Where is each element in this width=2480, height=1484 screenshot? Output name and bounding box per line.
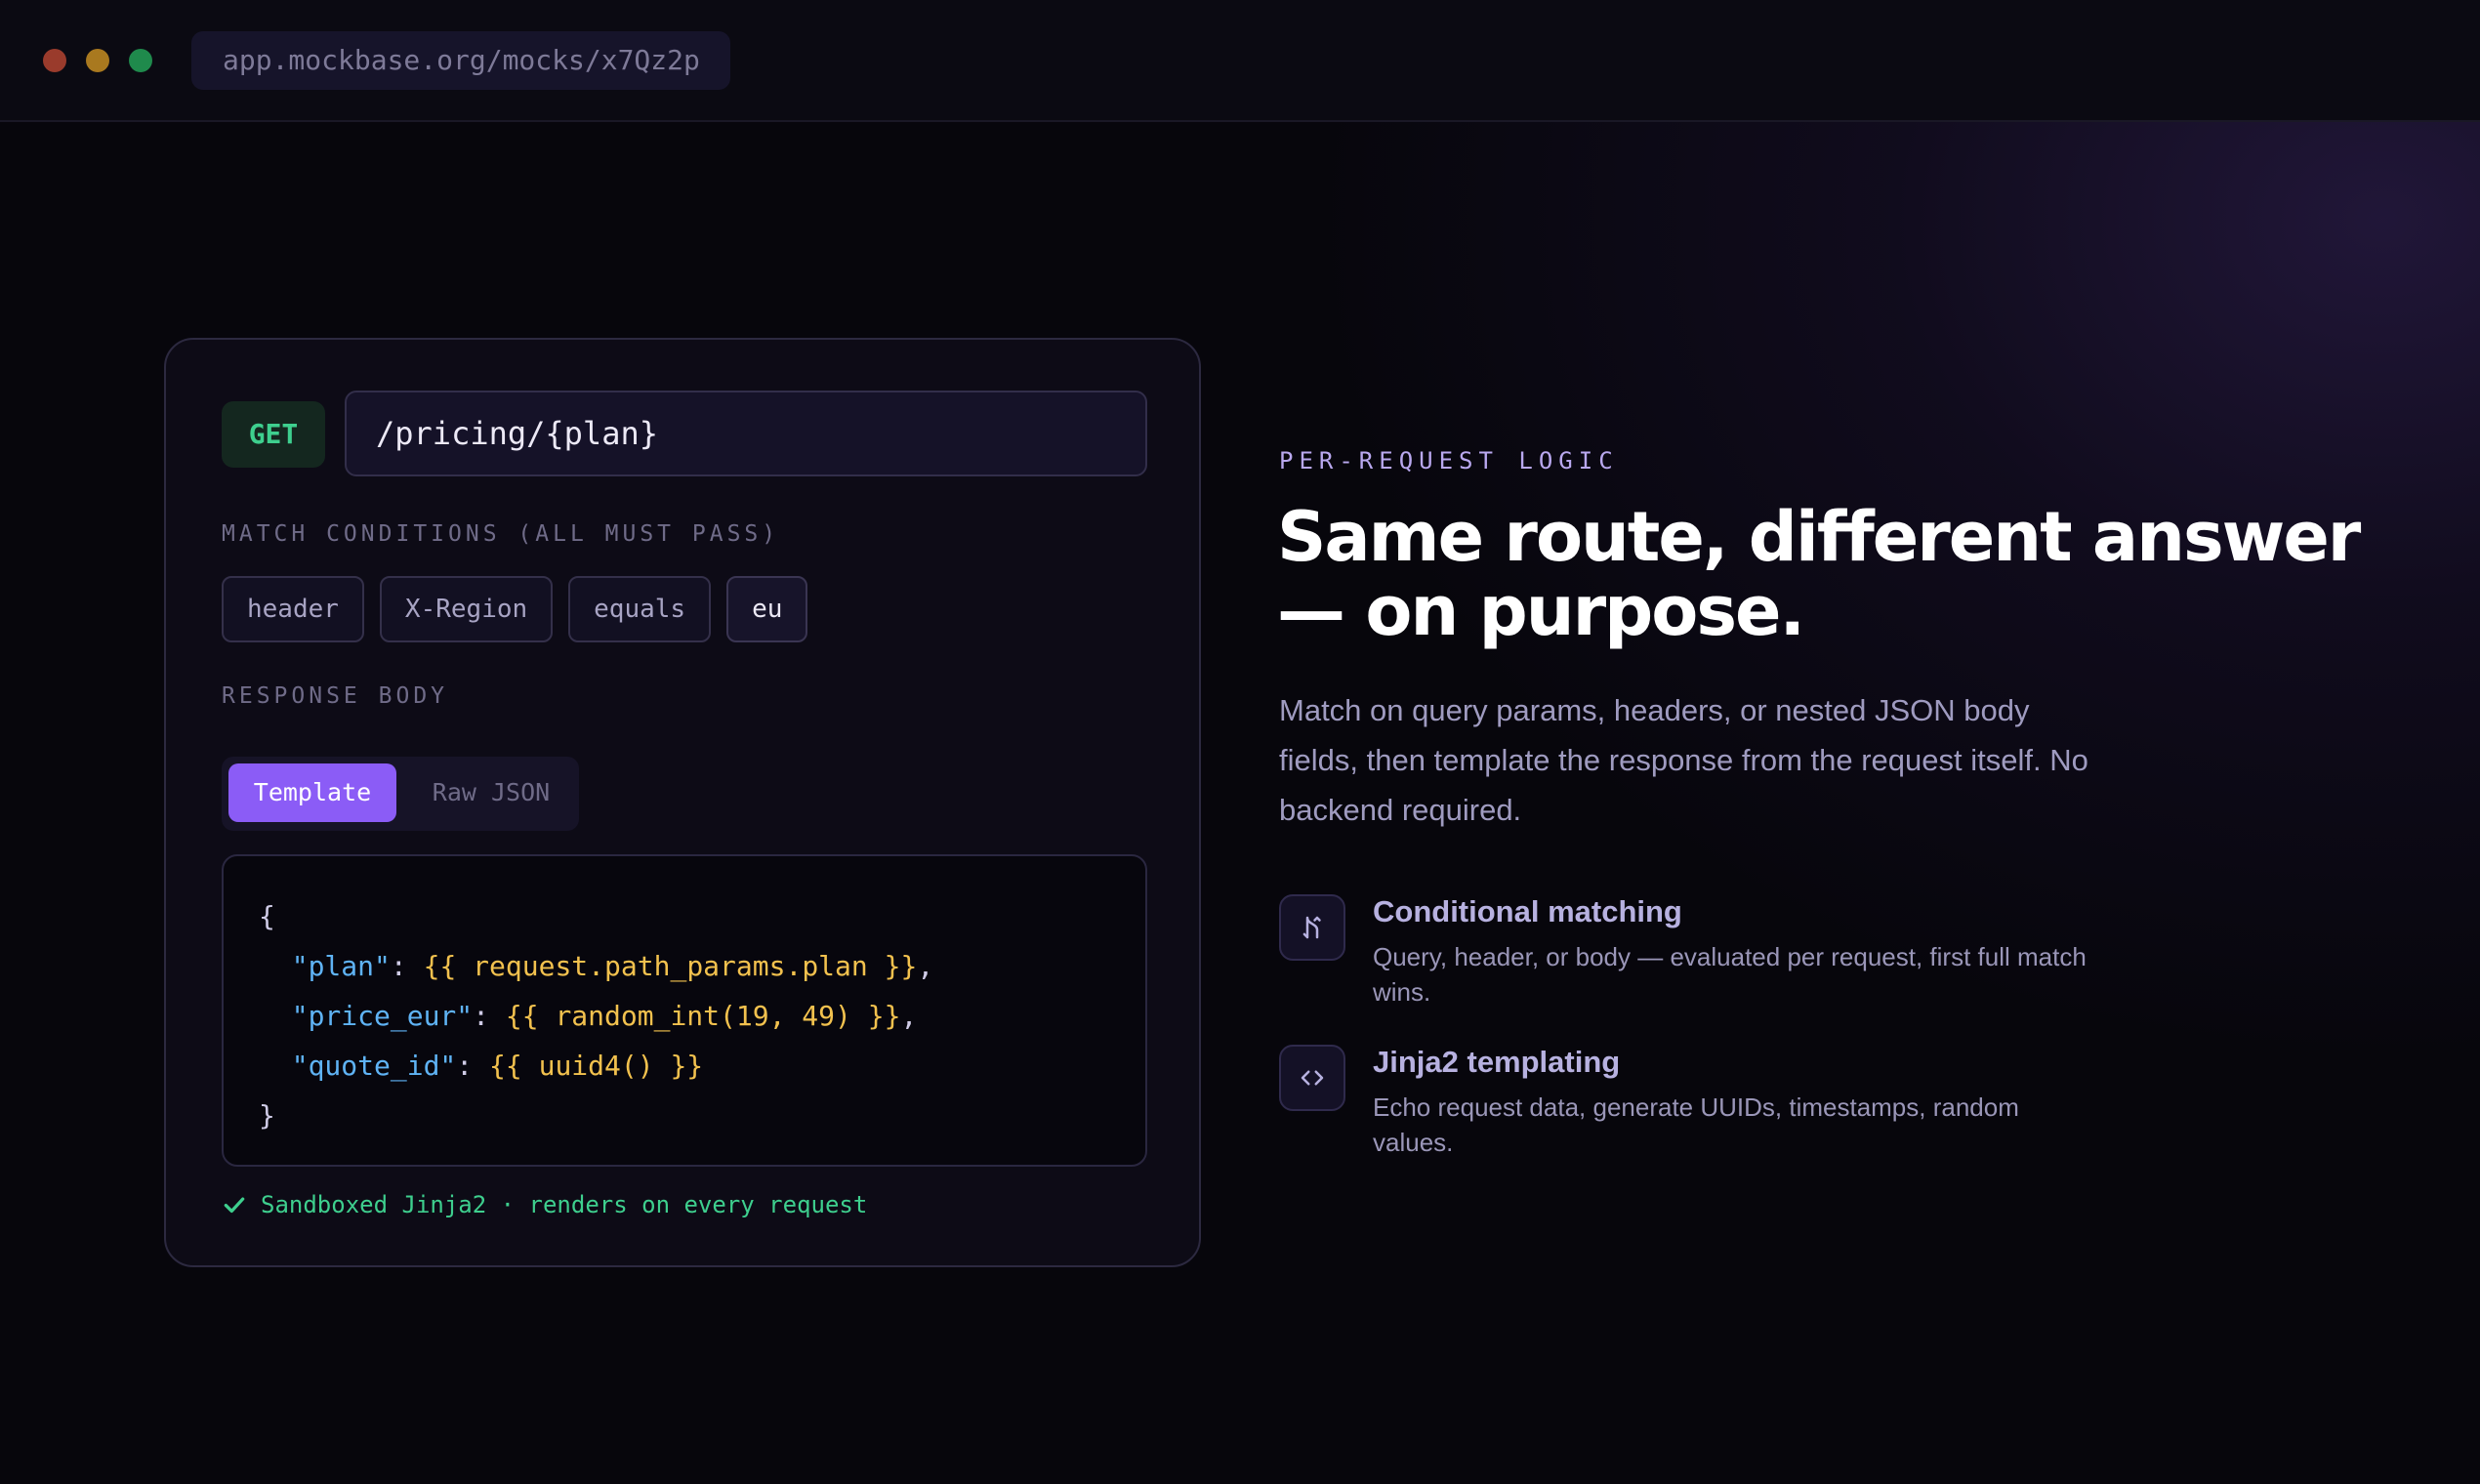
section-eyebrow: PER-REQUEST LOGIC <box>1279 447 1619 474</box>
response-body-label: RESPONSE BODY <box>222 683 449 709</box>
feature-description-line: Query, header, or body — evaluated per r… <box>1373 942 2087 971</box>
route-path-input[interactable]: /pricing/{plan} <box>345 391 1147 476</box>
feature-description-line: Echo request data, generate UUIDs, times… <box>1373 1092 2019 1122</box>
code-close-brace: } <box>259 1099 275 1132</box>
code-separator: : <box>390 950 424 982</box>
code-template-expr: {{ uuid4() }} <box>489 1050 704 1082</box>
code-separator: : <box>456 1050 490 1082</box>
feature-title: Jinja2 templating <box>1373 1045 1621 1079</box>
tab-raw-json[interactable]: Raw JSON <box>407 763 575 822</box>
check-icon <box>224 1197 245 1214</box>
sandbox-status-text: Sandboxed Jinja2 · renders on every requ… <box>261 1191 868 1218</box>
http-method-badge[interactable]: GET <box>222 401 325 468</box>
tab-template[interactable]: Template <box>228 763 396 822</box>
feature-description-line: values. <box>1373 1128 1454 1157</box>
match-conditions-label: MATCH CONDITIONS (ALL MUST PASS) <box>222 521 780 547</box>
sandbox-status: Sandboxed Jinja2 · renders on every requ… <box>222 1185 867 1224</box>
minimize-window-button[interactable] <box>86 49 109 72</box>
maximize-window-button[interactable] <box>129 49 152 72</box>
address-bar[interactable]: app.mockbase.org/mocks/x7Qz2p <box>191 31 730 90</box>
code-comma: , <box>917 950 934 982</box>
description-line: Match on query params, headers, or neste… <box>1279 693 2030 727</box>
code-comma: , <box>900 1000 918 1032</box>
response-template-editor[interactable]: { "plan": {{ request.path_params.plan }}… <box>222 854 1147 1167</box>
code-template-expr: {{ request.path_params.plan }} <box>423 950 918 982</box>
code-template-expr: {{ random_int(19, 49) }} <box>505 1000 901 1032</box>
condition-value-input[interactable]: eu <box>726 576 808 642</box>
mock-editor-card: GET /pricing/{plan} MATCH CONDITIONS (AL… <box>164 338 1201 1267</box>
condition-field-input[interactable]: X-Region <box>379 576 554 642</box>
feature-description: Echo request data, generate UUIDs, times… <box>1373 1090 2154 1160</box>
code-open-brace: { <box>259 900 275 932</box>
code-key: "price_eur" <box>291 1000 474 1032</box>
code-brackets-icon <box>1279 1045 1345 1111</box>
headline-line: Same route, different answer <box>1277 497 2361 577</box>
page: app.mockbase.org/mocks/x7Qz2p GET /prici… <box>0 0 2480 1484</box>
headline-line: — on purpose. <box>1277 571 1805 651</box>
browser-titlebar: app.mockbase.org/mocks/x7Qz2p <box>0 0 2480 122</box>
response-mode-tabs: Template Raw JSON <box>222 757 579 831</box>
code-key: "quote_id" <box>291 1050 457 1082</box>
condition-operator-select[interactable]: equals <box>568 576 712 642</box>
description: Match on query params, headers, or neste… <box>1279 685 2158 835</box>
match-conditions-row: header X-Region equals eu <box>222 576 808 642</box>
description-line: backend required. <box>1279 793 1522 827</box>
code-key: "plan" <box>291 950 391 982</box>
feature-description-line: wins. <box>1373 977 1431 1007</box>
branch-icon <box>1279 894 1345 961</box>
headline: Same route, different answer — on purpos… <box>1277 500 2371 648</box>
feature-description: Query, header, or body — evaluated per r… <box>1373 939 2154 1010</box>
feature-title: Conditional matching <box>1373 894 1682 928</box>
description-line: fields, then template the response from … <box>1279 743 2088 777</box>
close-window-button[interactable] <box>43 49 66 72</box>
code-separator: : <box>473 1000 506 1032</box>
condition-source-select[interactable]: header <box>222 576 364 642</box>
